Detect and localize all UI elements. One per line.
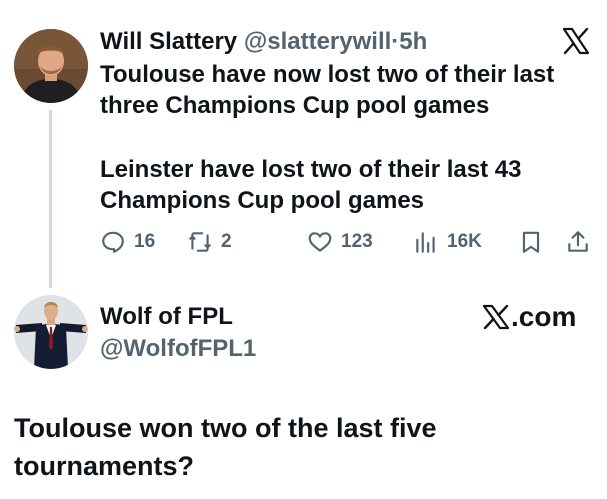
author-name[interactable]: Wolf of FPL [100,302,233,332]
like-count: 123 [341,231,373,252]
tweet-text: Toulouse have now lost two of their last… [100,59,580,216]
x-logo-icon [482,304,510,330]
tweet-paragraph: Leinster have lost two of their last 43 … [100,156,522,214]
avatar[interactable] [14,29,88,103]
bookmark-icon [522,231,540,253]
tweet-paragraph: Toulouse have now lost two of their last… [100,61,555,119]
share-icon [568,231,588,252]
reply-button[interactable]: 16 [100,227,155,257]
reply-count: 16 [134,231,156,252]
tweet-text: Toulouse won two of the last five tourna… [14,413,437,481]
author-handle[interactable]: @slatterywill [244,28,391,55]
views-icon [416,232,435,253]
author-handle[interactable]: @WolfofFPL1 [100,334,256,364]
views-button[interactable]: 16K [413,227,482,257]
retweet-icon [189,232,211,252]
bookmark-button[interactable] [518,227,544,257]
avatar[interactable] [14,295,88,369]
like-button[interactable]: 123 [307,227,373,257]
retweet-button[interactable]: 2 [187,227,232,257]
x-logo-icon [562,27,590,55]
author-name[interactable]: Will Slattery [100,28,237,55]
share-button[interactable] [565,227,591,257]
reply-icon [102,231,124,253]
tweet-timestamp[interactable]: 5h [399,28,427,55]
x-com-branding: .com [482,300,576,334]
heart-icon [308,232,332,252]
view-count: 16K [447,231,482,252]
tweet-header: Will Slattery @slatterywill·5h [100,27,427,57]
thread-connector-line [49,110,52,288]
retweet-count: 2 [221,231,232,252]
tweet-action-bar: 16 2 123 16K [100,227,595,257]
brand-label: .com [511,301,577,332]
